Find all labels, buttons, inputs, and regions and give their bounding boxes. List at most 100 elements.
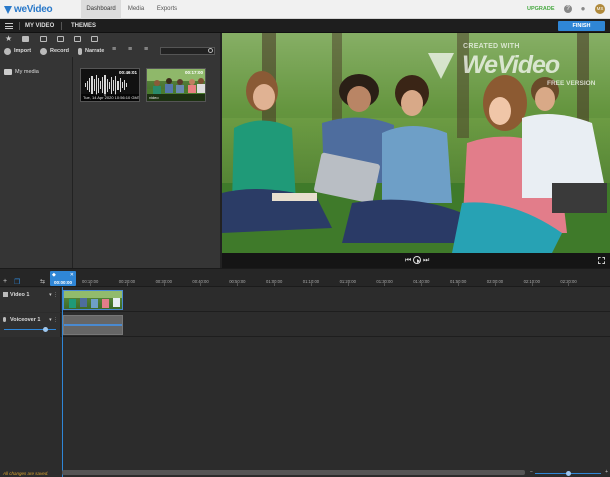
ruler-tick-mark bbox=[200, 283, 202, 286]
ruler-tick-mark bbox=[421, 283, 423, 286]
graphics-library-icon[interactable] bbox=[91, 36, 98, 42]
menu-icon[interactable] bbox=[5, 23, 13, 29]
media-duration: 00:46:01 bbox=[118, 70, 137, 75]
skip-forward-icon[interactable]: ⏭ bbox=[423, 256, 429, 265]
media-panel: ★ Import Record Narrate ≡ ≡ ≡ My media 0… bbox=[0, 33, 220, 268]
timeline-scrollbar[interactable] bbox=[62, 470, 525, 475]
skip-back-icon[interactable]: ⏮ bbox=[405, 256, 411, 265]
microphone-icon bbox=[78, 47, 82, 55]
play-icon[interactable] bbox=[413, 256, 421, 264]
sort-icon[interactable]: ≡ bbox=[144, 46, 151, 53]
narrate-label: Narrate bbox=[85, 48, 105, 54]
watermark-brand: WeVideo bbox=[462, 51, 560, 79]
project-name[interactable]: MY VIDEO bbox=[25, 19, 54, 33]
import-label: Import bbox=[14, 48, 32, 54]
audio-library-icon[interactable] bbox=[57, 36, 64, 42]
duplicate-icon[interactable]: ❐ bbox=[14, 278, 20, 286]
waveform-icon bbox=[85, 74, 128, 96]
track-header[interactable]: Voiceover 1 ▾ ⋮ bbox=[0, 313, 61, 337]
video-library-icon[interactable] bbox=[40, 36, 47, 42]
volume-knob[interactable] bbox=[43, 327, 49, 332]
divider bbox=[19, 22, 20, 30]
ruler-tick-mark bbox=[310, 283, 312, 286]
marker-icon[interactable]: ◆ bbox=[52, 272, 56, 278]
narrate-button[interactable]: Narrate bbox=[78, 47, 104, 55]
ruler-tick-mark bbox=[458, 283, 459, 286]
track-header[interactable]: Video 1 ▾ ⋮ bbox=[0, 288, 61, 312]
ruler-tick-mark bbox=[163, 283, 165, 286]
media-duration: 00:17:00 bbox=[184, 70, 203, 75]
avatar[interactable]: MS bbox=[595, 4, 605, 14]
image-library-icon[interactable] bbox=[74, 36, 81, 42]
track-menu-icon[interactable]: ▾ ⋮ bbox=[49, 317, 58, 323]
upgrade-link[interactable]: UPGRADE bbox=[527, 0, 555, 19]
media-item-video[interactable]: 00:17:00 video bbox=[146, 68, 206, 102]
playhead-time: 00:00:00 bbox=[53, 280, 72, 285]
ruler-tick-mark bbox=[568, 283, 570, 286]
logo-text: weVideo bbox=[14, 4, 53, 15]
nav-tab-dashboard[interactable]: Dashboard bbox=[81, 0, 121, 19]
media-caption: Tue, 14 Apr 2020 10:56:10 GMT bbox=[81, 94, 139, 101]
track-voiceover-1: Voiceover 1 ▾ ⋮ bbox=[0, 313, 610, 337]
list-view-icon[interactable]: ≡ bbox=[112, 46, 119, 53]
media-caption: video bbox=[147, 94, 205, 101]
import-button[interactable]: Import bbox=[4, 47, 31, 55]
snap-icon[interactable]: ⇆ bbox=[40, 278, 45, 285]
audio-clip[interactable] bbox=[63, 315, 123, 335]
record-label: Record bbox=[50, 48, 69, 54]
save-status: All changes are saved. bbox=[3, 471, 49, 476]
folder-icon[interactable] bbox=[22, 36, 29, 42]
top-navigation: weVideo Dashboard Media Exports UPGRADE … bbox=[0, 0, 610, 19]
track-name: Voiceover 1 bbox=[10, 317, 41, 323]
track-menu-icon[interactable]: ▾ ⋮ bbox=[49, 292, 58, 298]
split-icon[interactable]: ✕ bbox=[70, 272, 74, 278]
themes-tab[interactable]: THEMES bbox=[71, 19, 96, 33]
finish-button[interactable]: FINISH bbox=[558, 21, 605, 31]
nav-tab-media[interactable]: Media bbox=[122, 0, 150, 19]
ruler-tick-mark bbox=[531, 283, 533, 286]
media-toolbar: ★ bbox=[0, 33, 220, 45]
track-video-1: Video 1 ▾ ⋮ bbox=[0, 288, 610, 312]
video-preview[interactable]: CREATED WITH WeVideo FREE VERSION bbox=[222, 33, 610, 253]
search-input[interactable] bbox=[160, 47, 215, 55]
filter-icon[interactable]: ≡ bbox=[128, 46, 135, 53]
video-track-icon bbox=[3, 292, 8, 297]
playhead-handle[interactable]: ◆ ✕ 00:00:00 bbox=[50, 271, 76, 286]
playback-controls: ⏮ ⏭ bbox=[222, 253, 610, 268]
star-icon[interactable]: ★ bbox=[5, 35, 12, 43]
wevideo-logo[interactable]: weVideo bbox=[4, 4, 53, 15]
playhead-line bbox=[62, 287, 63, 477]
zoom-knob[interactable] bbox=[565, 471, 571, 476]
volume-slider[interactable] bbox=[4, 329, 56, 330]
ruler-tick-mark bbox=[237, 283, 239, 286]
record-button[interactable]: Record bbox=[40, 47, 69, 55]
bell-icon[interactable]: ● bbox=[579, 5, 587, 13]
logo-mark-icon bbox=[4, 5, 12, 14]
timeline-ruler[interactable]: + ❐ ⇆ ◆ ✕ 00:00:00 00:10:00 00:20:00 00:30… bbox=[0, 269, 610, 287]
clip-thumbnail bbox=[64, 291, 122, 308]
divider bbox=[61, 22, 62, 30]
timeline-panel: + ❐ ⇆ ◆ ✕ 00:00:00 00:10:00 00:20:00 00:30… bbox=[0, 268, 610, 477]
folder-label: My media bbox=[15, 69, 39, 75]
media-item-audio[interactable]: 00:46:01 Tue, 14 Apr 2020 10:56:10 GMT bbox=[80, 68, 140, 102]
media-actions: Import Record Narrate ≡ ≡ ≡ bbox=[0, 45, 220, 57]
ruler-tick-mark bbox=[274, 283, 275, 286]
video-clip[interactable] bbox=[63, 290, 123, 310]
watermark-created-with: CREATED WITH bbox=[463, 43, 520, 50]
add-track-icon[interactable]: + bbox=[3, 278, 7, 285]
nav-tab-exports[interactable]: Exports bbox=[151, 0, 183, 19]
fullscreen-icon[interactable] bbox=[598, 257, 605, 264]
zoom-control: − + bbox=[530, 469, 608, 476]
folder-list: My media bbox=[0, 57, 73, 268]
watermark-logo-icon bbox=[428, 53, 454, 79]
watermark-free-version: FREE VERSION bbox=[547, 80, 596, 87]
zoom-in-icon[interactable]: + bbox=[605, 469, 608, 475]
ruler-tick-mark bbox=[494, 283, 496, 286]
folder-icon bbox=[4, 69, 12, 75]
track-name: Video 1 bbox=[10, 292, 30, 298]
ruler-tick-mark bbox=[384, 283, 386, 286]
help-icon[interactable]: ? bbox=[564, 5, 572, 13]
folder-my-media[interactable]: My media bbox=[4, 69, 39, 75]
zoom-out-icon[interactable]: − bbox=[530, 469, 533, 475]
record-icon bbox=[40, 47, 47, 55]
